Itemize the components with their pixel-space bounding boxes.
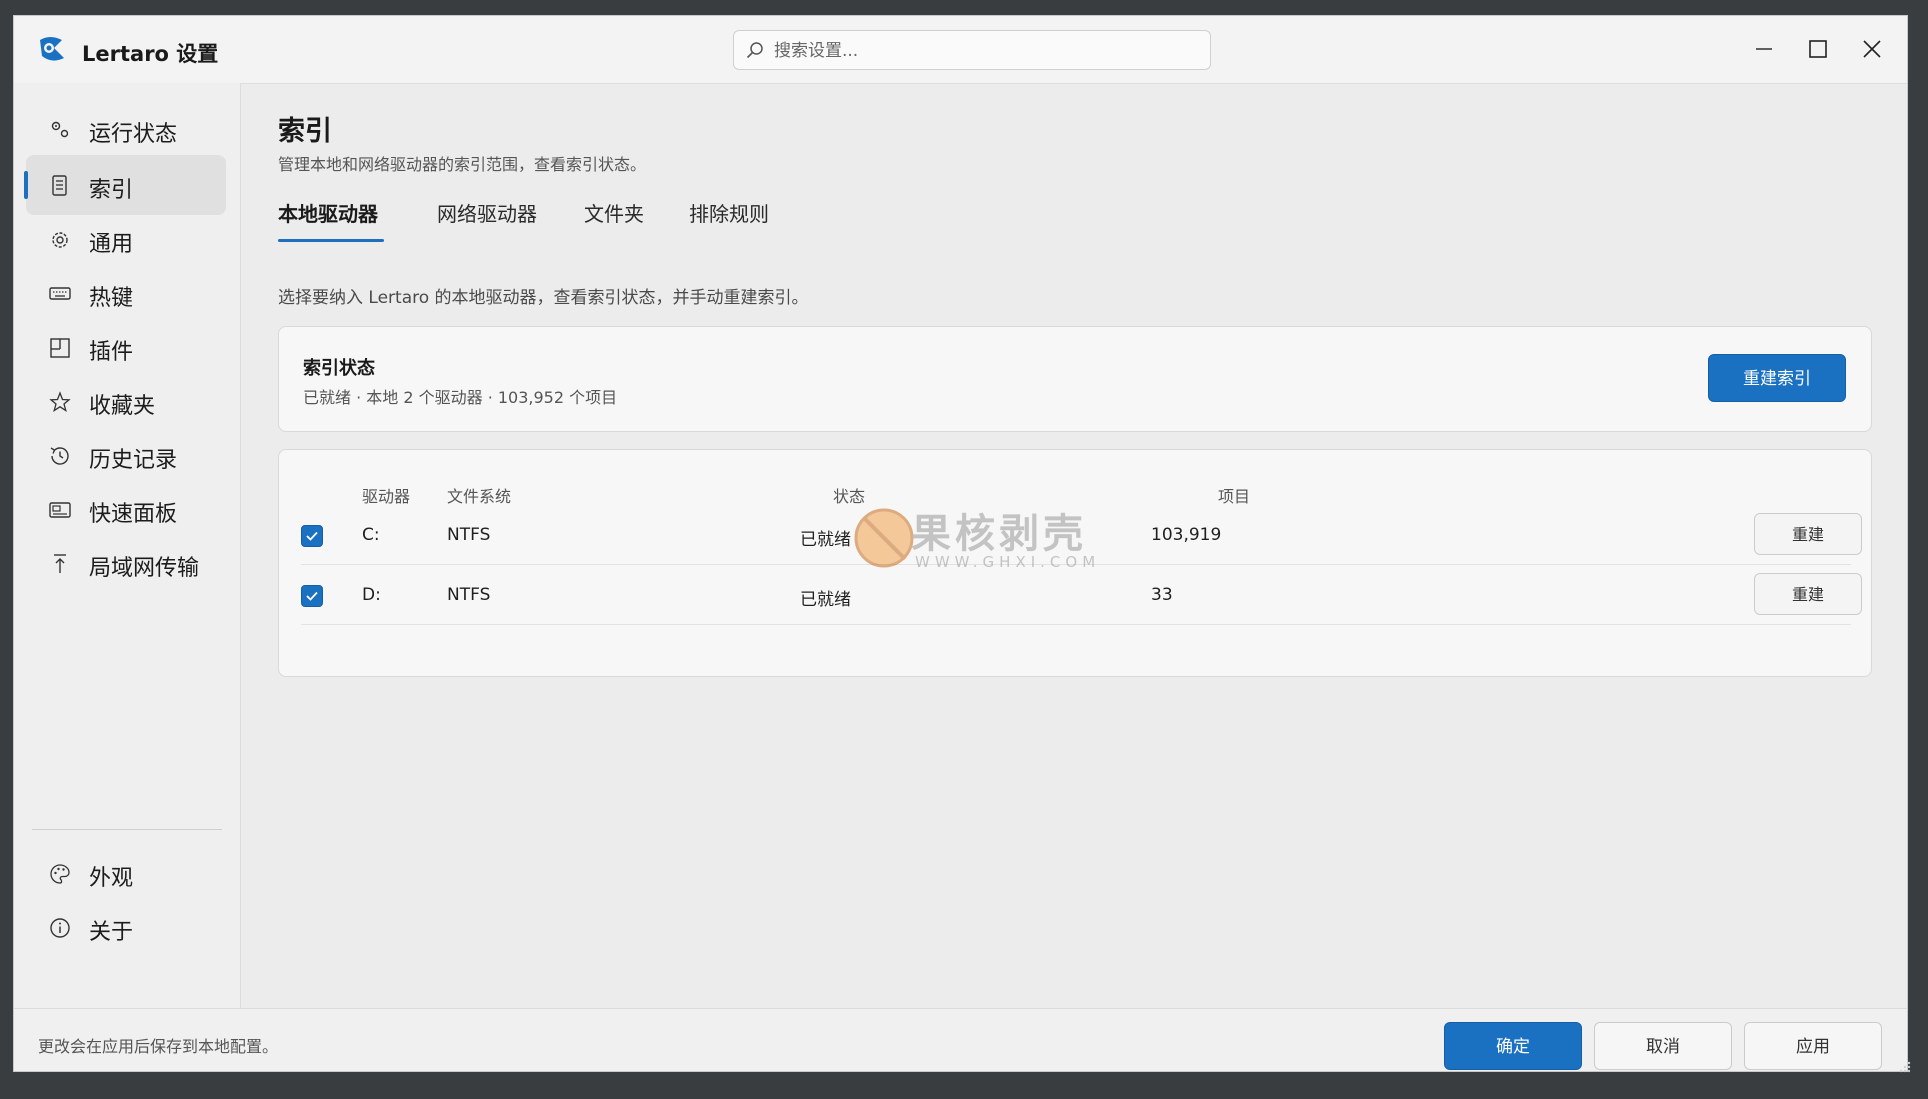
- active-tab-underline: [278, 239, 384, 242]
- active-indicator: [24, 171, 28, 199]
- sidebar-item-label: 热键: [89, 286, 134, 311]
- maximize-icon[interactable]: [1801, 32, 1835, 66]
- cancel-button[interactable]: 取消: [1594, 1022, 1732, 1070]
- keyboard-icon: [49, 287, 71, 300]
- sidebar-item-general[interactable]: 通用: [26, 209, 226, 269]
- rebuild-drive-button[interactable]: 重建: [1754, 573, 1862, 615]
- section-description: 选择要纳入 Lertaro 的本地驱动器，查看索引状态，并手动重建索引。: [278, 288, 809, 308]
- rebuild-drive-button[interactable]: 重建: [1754, 513, 1862, 555]
- main-content: 索引 管理本地和网络驱动器的索引范围，查看索引状态。 本地驱动器 网络驱动器 文…: [241, 83, 1907, 1008]
- column-header-drive: 驱动器: [362, 487, 411, 506]
- window-title: Lertaro 设置: [82, 42, 219, 66]
- minimize-icon[interactable]: [1747, 32, 1781, 66]
- gears-icon: [51, 121, 69, 138]
- panel-icon: [49, 502, 71, 518]
- index-status-summary: 已就绪 · 本地 2 个驱动器 · 103,952 个项目: [303, 388, 618, 407]
- star-icon: [49, 391, 71, 412]
- row-divider: [301, 624, 1851, 625]
- sidebar-item-favorites[interactable]: 收藏夹: [26, 371, 226, 431]
- footer-note: 更改会在应用后保存到本地配置。: [38, 1037, 279, 1056]
- drive-status: 已就绪: [800, 530, 851, 550]
- sidebar-divider: [32, 829, 222, 830]
- upload-icon: [54, 554, 66, 573]
- sidebar-item-label: 通用: [89, 232, 134, 257]
- watermark-logo-icon: [854, 508, 914, 568]
- checkmark-icon: [306, 531, 318, 541]
- watermark-text: 果核剥壳: [911, 511, 1087, 557]
- search-box[interactable]: [733, 30, 1211, 70]
- plugin-icon: [50, 338, 70, 358]
- page-title: 索引: [278, 116, 332, 147]
- close-icon[interactable]: [1855, 32, 1889, 66]
- resize-grip-icon[interactable]: [1898, 1060, 1912, 1074]
- sidebar-item-status[interactable]: 运行状态: [26, 99, 226, 159]
- search-icon: [746, 42, 763, 59]
- index-status-title: 索引状态: [303, 358, 375, 379]
- index-status-card: 索引状态 已就绪 · 本地 2 个驱动器 · 103,952 个项目 重建索引: [278, 326, 1872, 432]
- sidebar-item-label: 历史记录: [89, 448, 178, 473]
- drive-filesystem: NTFS: [447, 525, 491, 545]
- app-logo-icon: [40, 37, 64, 61]
- page-description: 管理本地和网络驱动器的索引范围，查看索引状态。: [278, 155, 647, 174]
- watermark: 果核剥壳 WWW.GHXI.COM: [851, 503, 1171, 573]
- tab-network-drives[interactable]: 网络驱动器: [437, 198, 537, 227]
- sidebar-item-label: 关于: [89, 920, 134, 945]
- search-input[interactable]: [772, 37, 1196, 65]
- settings-window: Lertaro 设置 运行状态: [13, 15, 1908, 1072]
- table-row: D: NTFS 已就绪 33 重建: [301, 565, 1862, 625]
- tab-local-drives[interactable]: 本地驱动器: [278, 198, 378, 227]
- drive-letter: C:: [362, 525, 380, 545]
- sidebar-item-lan-transfer[interactable]: 局域网传输: [26, 533, 226, 593]
- checkmark-icon: [306, 591, 318, 601]
- drive-checkbox[interactable]: [301, 525, 323, 547]
- palette-icon: [50, 864, 70, 884]
- sidebar-item-label: 索引: [89, 178, 134, 203]
- sidebar-item-label: 外观: [89, 866, 134, 891]
- footer-bar: 更改会在应用后保存到本地配置。 确定 取消 应用: [14, 1008, 1907, 1071]
- sidebar-item-about[interactable]: 关于: [26, 897, 226, 957]
- ok-button[interactable]: 确定: [1444, 1022, 1582, 1070]
- drive-filesystem: NTFS: [447, 585, 491, 605]
- sidebar-item-label: 收藏夹: [89, 394, 156, 419]
- tab-folders[interactable]: 文件夹: [584, 198, 644, 227]
- tab-exclusion-rules[interactable]: 排除规则: [689, 198, 769, 227]
- gear-icon: [52, 232, 68, 248]
- sidebar-item-label: 局域网传输: [89, 556, 200, 581]
- info-icon: [50, 918, 70, 938]
- history-icon: [50, 447, 69, 465]
- apply-button[interactable]: 应用: [1744, 1022, 1882, 1070]
- sidebar-item-hotkeys[interactable]: 热键: [26, 263, 226, 323]
- sidebar-item-plugins[interactable]: 插件: [26, 317, 226, 377]
- sidebar-item-history[interactable]: 历史记录: [26, 425, 226, 485]
- drive-checkbox[interactable]: [301, 585, 323, 607]
- sidebar-item-label: 运行状态: [89, 122, 178, 147]
- watermark-url: WWW.GHXI.COM: [915, 553, 1101, 571]
- sidebar: 运行状态 索引 通用 热键 插件 收藏夹 历史记录 快速面板 局域网传输 外观 …: [14, 83, 241, 1008]
- title-bar[interactable]: Lertaro 设置: [14, 16, 1907, 84]
- rebuild-index-button[interactable]: 重建索引: [1708, 354, 1846, 402]
- column-header-items: 项目: [1218, 487, 1251, 506]
- drive-status: 已就绪: [800, 590, 851, 610]
- column-header-filesystem: 文件系统: [447, 487, 512, 506]
- sidebar-item-quick-panel[interactable]: 快速面板: [26, 479, 226, 539]
- index-icon: [52, 175, 67, 196]
- sidebar-item-label: 插件: [89, 340, 134, 365]
- drive-item-count: 33: [1151, 585, 1173, 605]
- sidebar-item-index[interactable]: 索引: [24, 155, 226, 215]
- drive-letter: D:: [362, 585, 381, 605]
- sidebar-item-appearance[interactable]: 外观: [26, 843, 226, 903]
- sidebar-item-label: 快速面板: [89, 502, 178, 527]
